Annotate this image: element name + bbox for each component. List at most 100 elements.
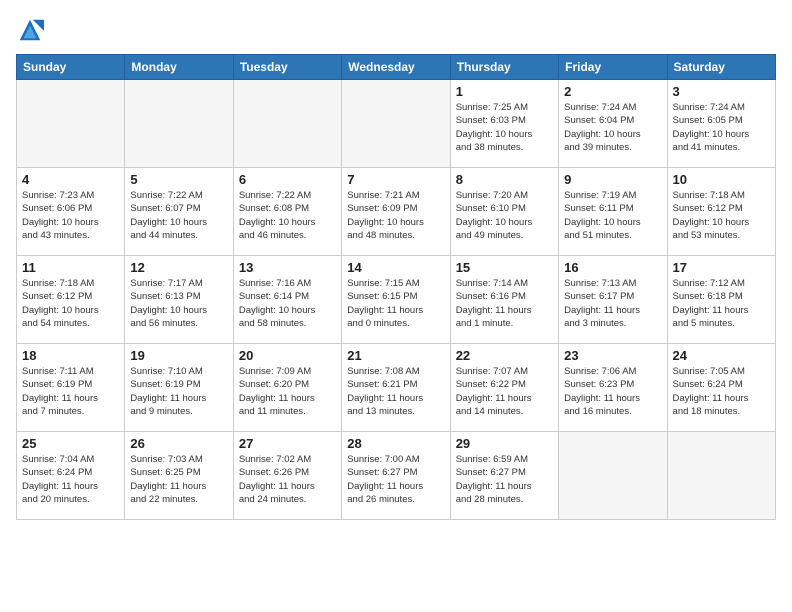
day-number: 24 [673,348,770,363]
calendar-cell: 13Sunrise: 7:16 AMSunset: 6:14 PMDayligh… [233,256,341,344]
calendar-cell: 12 Sunrise: 7:17 AMSunset: 6:13 PMDayligh… [125,256,233,344]
day-number: 7 [347,172,444,187]
day-number: 10 [673,172,770,187]
day-number: 12 [130,260,227,275]
calendar-week-row: 4 Sunrise: 7:23 AMSunset: 6:06 PMDaylight… [17,168,776,256]
day-info: Sunrise: 7:19 AMSunset: 6:11 PMDaylight:… [564,189,661,242]
day-number: 28 [347,436,444,451]
calendar-cell: 5 Sunrise: 7:22 AMSunset: 6:07 PMDaylight… [125,168,233,256]
day-number: 14 [347,260,444,275]
logo [16,16,48,44]
day-number: 11 [22,260,119,275]
calendar-cell: 17 Sunrise: 7:12 AMSunset: 6:18 PMDayligh… [667,256,775,344]
day-info: Sunrise: 7:24 AMSunset: 6:04 PMDaylight:… [564,101,661,154]
day-number: 19 [130,348,227,363]
calendar-cell: 10 Sunrise: 7:18 AMSunset: 6:12 PMDayligh… [667,168,775,256]
day-info: Sunrise: 7:03 AMSunset: 6:25 PMDaylight:… [130,453,227,506]
calendar-cell: 1Sunrise: 7:25 AMSunset: 6:03 PMDaylight… [450,80,558,168]
day-info: Sunrise: 7:11 AMSunset: 6:19 PMDaylight:… [22,365,119,418]
day-number: 6 [239,172,336,187]
day-number: 27 [239,436,336,451]
calendar-week-row: 11 Sunrise: 7:18 AMSunset: 6:12 PMDayligh… [17,256,776,344]
day-info: Sunrise: 7:12 AMSunset: 6:18 PMDaylight:… [673,277,770,330]
calendar-week-row: 25Sunrise: 7:04 AMSunset: 6:24 PMDayligh… [17,432,776,520]
day-info: Sunrise: 7:21 AMSunset: 6:09 PMDaylight:… [347,189,444,242]
day-number: 17 [673,260,770,275]
calendar-cell: 22Sunrise: 7:07 AMSunset: 6:22 PMDayligh… [450,344,558,432]
calendar-day-header: Tuesday [233,55,341,80]
day-info: Sunrise: 7:06 AMSunset: 6:23 PMDaylight:… [564,365,661,418]
day-info: Sunrise: 7:24 AMSunset: 6:05 PMDaylight:… [673,101,770,154]
day-info: Sunrise: 7:20 AMSunset: 6:10 PMDaylight:… [456,189,553,242]
day-number: 3 [673,84,770,99]
calendar-cell [667,432,775,520]
calendar-cell: 19 Sunrise: 7:10 AMSunset: 6:19 PMDayligh… [125,344,233,432]
day-info: Sunrise: 7:16 AMSunset: 6:14 PMDaylight:… [239,277,336,330]
calendar-day-header: Thursday [450,55,558,80]
calendar-header-row: SundayMondayTuesdayWednesdayThursdayFrid… [17,55,776,80]
calendar-cell: 14 Sunrise: 7:15 AMSunset: 6:15 PMDayligh… [342,256,450,344]
calendar-cell: 8 Sunrise: 7:20 AMSunset: 6:10 PMDaylight… [450,168,558,256]
day-info: Sunrise: 7:07 AMSunset: 6:22 PMDaylight:… [456,365,553,418]
logo-icon [16,16,44,44]
calendar-cell: 21 Sunrise: 7:08 AMSunset: 6:21 PMDayligh… [342,344,450,432]
day-number: 5 [130,172,227,187]
day-number: 4 [22,172,119,187]
calendar-cell [342,80,450,168]
calendar-day-header: Saturday [667,55,775,80]
calendar-cell: 23 Sunrise: 7:06 AMSunset: 6:23 PMDayligh… [559,344,667,432]
calendar-table: SundayMondayTuesdayWednesdayThursdayFrid… [16,54,776,520]
calendar-day-header: Wednesday [342,55,450,80]
day-number: 21 [347,348,444,363]
calendar-cell [17,80,125,168]
calendar-cell: 3 Sunrise: 7:24 AMSunset: 6:05 PMDaylight… [667,80,775,168]
calendar-cell: 26Sunrise: 7:03 AMSunset: 6:25 PMDayligh… [125,432,233,520]
calendar-cell [233,80,341,168]
calendar-cell: 29 Sunrise: 6:59 AMSunset: 6:27 PMDayligh… [450,432,558,520]
day-number: 1 [456,84,553,99]
calendar-day-header: Sunday [17,55,125,80]
calendar-cell: 6 Sunrise: 7:22 AMSunset: 6:08 PMDaylight… [233,168,341,256]
day-info: Sunrise: 7:09 AMSunset: 6:20 PMDaylight:… [239,365,336,418]
calendar-cell: 7 Sunrise: 7:21 AMSunset: 6:09 PMDaylight… [342,168,450,256]
day-info: Sunrise: 7:18 AMSunset: 6:12 PMDaylight:… [22,277,119,330]
day-info: Sunrise: 7:10 AMSunset: 6:19 PMDaylight:… [130,365,227,418]
day-number: 20 [239,348,336,363]
day-info: Sunrise: 7:23 AMSunset: 6:06 PMDaylight:… [22,189,119,242]
day-info: Sunrise: 7:18 AMSunset: 6:12 PMDaylight:… [673,189,770,242]
calendar-cell: 28 Sunrise: 7:00 AMSunset: 6:27 PMDayligh… [342,432,450,520]
calendar-cell: 9 Sunrise: 7:19 AMSunset: 6:11 PMDaylight… [559,168,667,256]
day-info: Sunrise: 7:17 AMSunset: 6:13 PMDaylight:… [130,277,227,330]
calendar-cell: 16 Sunrise: 7:13 AMSunset: 6:17 PMDayligh… [559,256,667,344]
day-number: 8 [456,172,553,187]
day-number: 9 [564,172,661,187]
day-number: 29 [456,436,553,451]
calendar-cell: 24 Sunrise: 7:05 AMSunset: 6:24 PMDayligh… [667,344,775,432]
day-number: 16 [564,260,661,275]
day-info: Sunrise: 7:15 AMSunset: 6:15 PMDaylight:… [347,277,444,330]
calendar-cell: 15 Sunrise: 7:14 AMSunset: 6:16 PMDayligh… [450,256,558,344]
day-info: Sunrise: 7:14 AMSunset: 6:16 PMDaylight:… [456,277,553,330]
day-number: 23 [564,348,661,363]
page: SundayMondayTuesdayWednesdayThursdayFrid… [0,0,792,612]
day-info: Sunrise: 7:22 AMSunset: 6:08 PMDaylight:… [239,189,336,242]
day-info: Sunrise: 6:59 AMSunset: 6:27 PMDaylight:… [456,453,553,506]
day-info: Sunrise: 7:08 AMSunset: 6:21 PMDaylight:… [347,365,444,418]
day-number: 2 [564,84,661,99]
day-info: Sunrise: 7:22 AMSunset: 6:07 PMDaylight:… [130,189,227,242]
day-info: Sunrise: 7:00 AMSunset: 6:27 PMDaylight:… [347,453,444,506]
day-info: Sunrise: 7:02 AMSunset: 6:26 PMDaylight:… [239,453,336,506]
calendar-day-header: Friday [559,55,667,80]
calendar-cell [559,432,667,520]
calendar-cell: 25Sunrise: 7:04 AMSunset: 6:24 PMDayligh… [17,432,125,520]
day-info: Sunrise: 7:04 AMSunset: 6:24 PMDaylight:… [22,453,119,506]
day-number: 15 [456,260,553,275]
day-number: 18 [22,348,119,363]
calendar-cell: 11 Sunrise: 7:18 AMSunset: 6:12 PMDayligh… [17,256,125,344]
day-info: Sunrise: 7:13 AMSunset: 6:17 PMDaylight:… [564,277,661,330]
calendar-day-header: Monday [125,55,233,80]
calendar-cell: 27 Sunrise: 7:02 AMSunset: 6:26 PMDayligh… [233,432,341,520]
calendar-week-row: 1Sunrise: 7:25 AMSunset: 6:03 PMDaylight… [17,80,776,168]
header [16,16,776,44]
day-info: Sunrise: 7:05 AMSunset: 6:24 PMDaylight:… [673,365,770,418]
